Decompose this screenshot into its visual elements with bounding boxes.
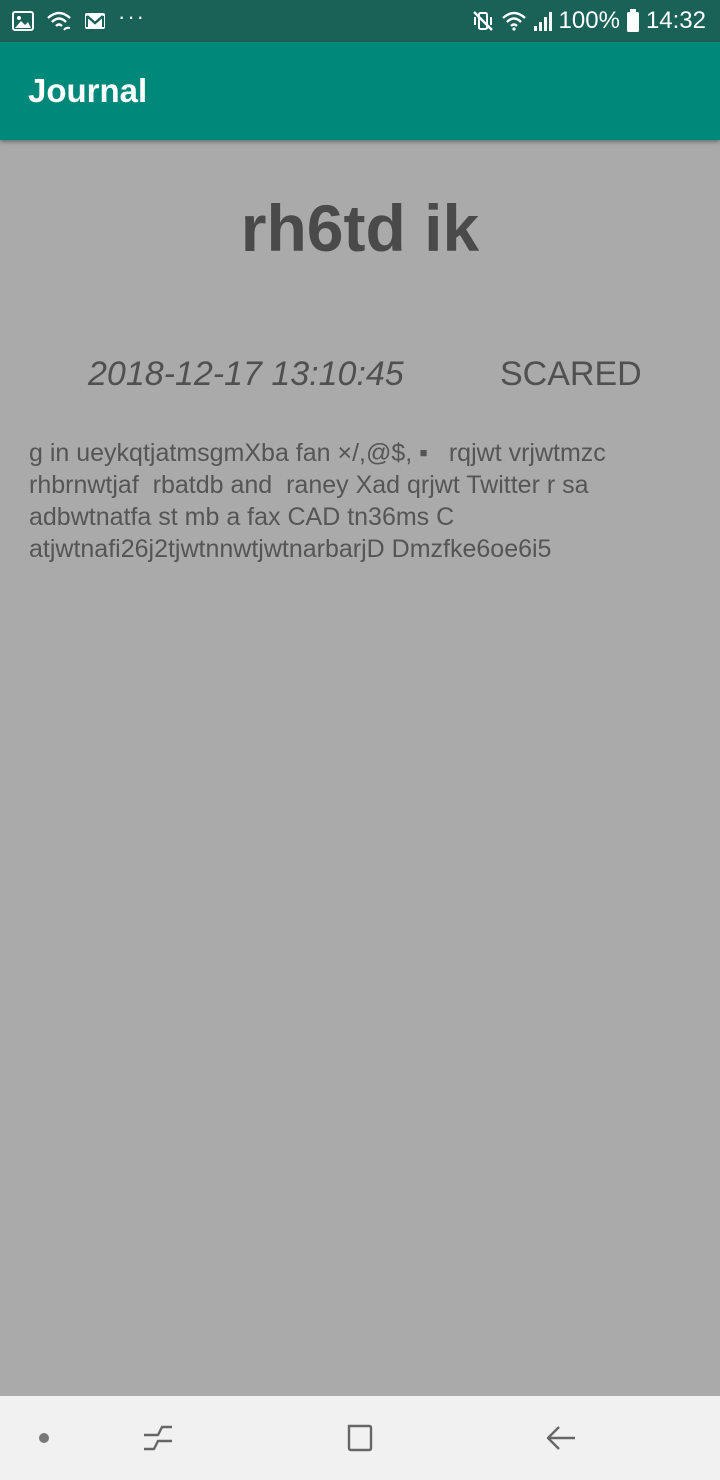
- app-bar: Journal: [0, 42, 720, 140]
- more-notifications-icon: ···: [118, 4, 146, 29]
- vibrate-mute-icon: [471, 9, 495, 33]
- battery-level: 100%: [558, 7, 620, 34]
- home-icon[interactable]: [329, 1396, 389, 1480]
- back-icon[interactable]: [531, 1396, 591, 1480]
- status-bar: ··· 100% 14:32: [0, 0, 720, 42]
- entry-body: g in ueykqtjatmsgmXba fan ×/,@$, ▪ rqjwt…: [29, 439, 613, 563]
- clock: 14:32: [645, 7, 706, 34]
- gmail-icon: [84, 12, 106, 30]
- recent-apps-icon[interactable]: [128, 1396, 188, 1480]
- entry-date: 2018-12-17 13:10:45: [88, 355, 404, 393]
- signal-icon: [533, 10, 553, 32]
- battery-icon: [626, 9, 640, 33]
- image-icon: [12, 11, 34, 31]
- navigation-bar: [0, 1396, 720, 1480]
- wifi-icon: [501, 10, 527, 32]
- dot-icon[interactable]: [14, 1396, 74, 1480]
- entry-mood: SCARED: [500, 355, 642, 393]
- entry-title: rh6td ik: [240, 191, 480, 265]
- wifi-calling-icon: [46, 10, 72, 32]
- app-title: Journal: [28, 72, 148, 109]
